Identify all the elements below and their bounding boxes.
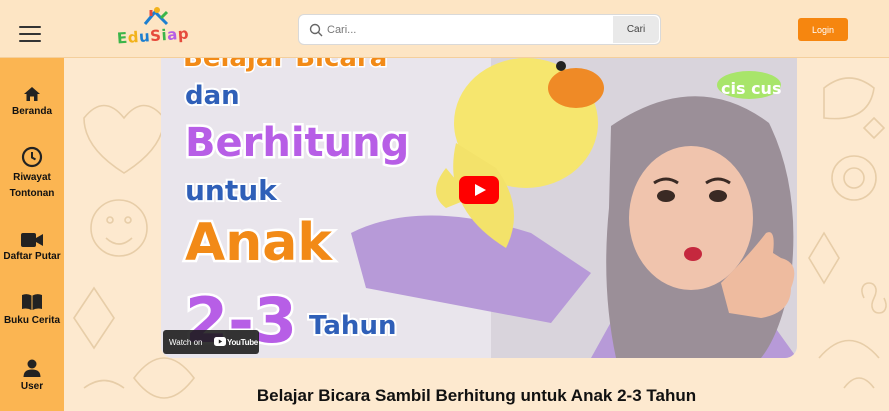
sidebar: Beranda Riwayat Tontonan Daftar Putar Bu… [0,58,64,411]
thumb-line1: Belajar Bicara [183,58,387,73]
sidebar-item-label: Riwayat Tontonan [9,172,55,199]
thumb-line4: untuk [185,174,278,207]
search-icon [309,23,323,37]
sidebar-item-beranda[interactable]: Beranda [0,86,64,120]
watch-on-label: Watch on [169,338,203,347]
youtube-wordmark: YouTube [227,338,258,347]
search-input[interactable] [327,19,611,41]
edusiap-logo[interactable]: EduSiap [116,6,201,52]
login-button[interactable]: Login [798,18,848,41]
clock-icon [21,146,43,168]
video-thumbnail: cis cus Belajar Bicara dan Berhitung unt… [161,58,797,358]
thumb-line7: Tahun [309,311,396,341]
hamburger-menu-icon[interactable] [19,26,41,44]
top-header: EduSiap Cari Login [0,0,889,58]
sidebar-item-label: Buku Cerita [3,315,61,326]
sidebar-item-riwayat-tontonan[interactable]: Riwayat Tontonan [0,146,64,202]
thumb-line3: Berhitung [185,120,409,166]
sidebar-item-buku-cerita[interactable]: Buku Cerita [0,293,64,329]
search-button[interactable]: Cari [613,16,659,43]
watch-on-youtube-link[interactable]: Watch on YouTube [163,330,259,354]
youtube-play-icon[interactable] [459,176,499,204]
video-title: Belajar Bicara Sambil Berhitung untuk An… [256,386,697,405]
channel-badge-text: cis cus [721,79,781,98]
home-icon [24,87,40,101]
book-icon [22,294,42,310]
video-camera-icon [21,233,43,247]
search-bar: Cari [298,14,661,45]
sidebar-item-label: Beranda [11,106,52,117]
sidebar-item-user[interactable]: User [0,359,64,395]
sidebar-item-label: User [20,381,44,392]
sidebar-item-label: Daftar Putar [3,251,61,262]
sidebar-item-daftar-putar[interactable]: Daftar Putar [0,233,64,265]
thumb-line2: dan [185,81,240,111]
youtube-logo-icon [214,337,226,346]
thumb-line5: Anak [185,213,333,273]
user-icon [23,359,41,377]
video-player[interactable]: cis cus Belajar Bicara dan Berhitung unt… [161,58,797,358]
